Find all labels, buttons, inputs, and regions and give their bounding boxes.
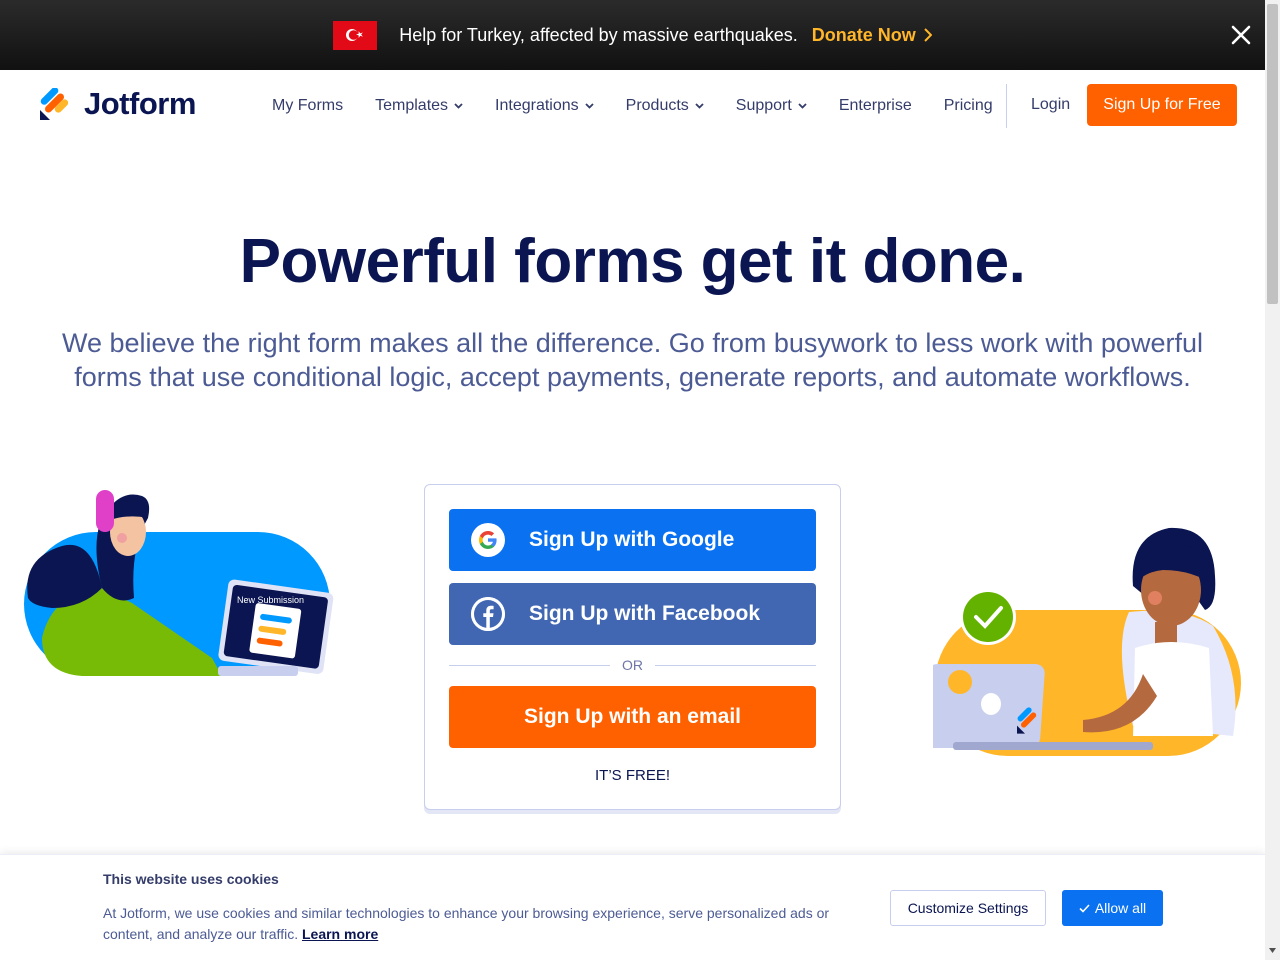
illustration-woman-laptop — [922, 526, 1245, 760]
login-link[interactable]: Login — [1031, 96, 1070, 114]
cookie-banner: This website uses cookies At Jotform, we… — [0, 854, 1265, 960]
divider-line — [655, 664, 816, 666]
nav-item-label: My Forms — [272, 97, 344, 114]
main-navigation: Jotform My Forms Templates Integrations … — [0, 70, 1265, 142]
customize-settings-button[interactable]: Customize Settings — [890, 890, 1046, 926]
sign-up-facebook-label: Sign Up with Facebook — [529, 602, 761, 625]
chevron-down-icon — [454, 103, 463, 109]
its-free-label: IT’S FREE! — [594, 767, 670, 784]
sign-up-facebook-button[interactable]: Sign Up with Facebook — [449, 583, 816, 645]
sign-up-free-button[interactable]: Sign Up for Free — [1087, 84, 1237, 126]
scrollbar-thumb[interactable] — [1267, 4, 1278, 304]
google-icon — [471, 523, 505, 557]
nav-item-label: Integrations — [495, 97, 579, 114]
cookie-description: At Jotform, we use cookies and similar t… — [103, 905, 830, 942]
or-label: OR — [622, 657, 643, 673]
cookie-title: This website uses cookies — [103, 871, 279, 887]
chevron-down-icon — [585, 103, 594, 109]
nav-item-pricing[interactable]: Pricing — [944, 97, 993, 115]
nav-item-label: Pricing — [943, 97, 993, 114]
cookie-text: At Jotform, we use cookies and similar t… — [103, 903, 863, 945]
jotform-logo-icon — [40, 88, 69, 120]
scroll-down-icon[interactable] — [1268, 946, 1277, 955]
logo-text: Jotform — [84, 86, 196, 121]
facebook-icon — [471, 597, 505, 631]
page-scrollbar[interactable] — [1265, 0, 1280, 960]
nav-item-label: Templates — [375, 97, 449, 114]
jotform-logo[interactable]: Jotform — [40, 86, 196, 122]
divider-line — [449, 664, 610, 666]
sign-up-email-label: Sign Up with an email — [523, 705, 742, 728]
close-icon[interactable] — [1229, 23, 1253, 47]
or-divider: OR — [449, 655, 816, 675]
nav-item-templates[interactable]: Templates — [375, 97, 463, 115]
sign-up-email-button[interactable]: Sign Up with an email — [449, 686, 816, 748]
nav-item-integrations[interactable]: Integrations — [495, 97, 594, 115]
signup-card: Sign Up with Google Sign Up with Faceboo… — [424, 484, 841, 810]
allow-all-label: Allow all — [1094, 900, 1147, 916]
nav-item-label: Support — [735, 97, 792, 114]
new-submission-label: New Submission — [237, 595, 304, 605]
check-icon — [1079, 903, 1090, 913]
hero-title: Powerful forms get it done. — [239, 227, 1026, 296]
nav-item-label: Enterprise — [838, 97, 912, 114]
nav-item-products[interactable]: Products — [626, 97, 704, 115]
donate-now-label: Donate Now — [811, 24, 916, 45]
nav-item-enterprise[interactable]: Enterprise — [839, 97, 912, 115]
learn-more-link[interactable]: Learn more — [302, 926, 378, 942]
nav-item-label: Products — [625, 97, 689, 114]
nav-links: My Forms Templates Integrations Products… — [272, 70, 1025, 142]
nav-item-support[interactable]: Support — [736, 97, 807, 115]
illustration-woman-headset: New Submission — [22, 488, 334, 680]
chevron-down-icon — [798, 103, 807, 109]
allow-all-button[interactable]: Allow all — [1062, 890, 1163, 926]
nav-divider — [1006, 84, 1007, 128]
chevron-down-icon — [695, 103, 704, 109]
sign-up-google-button[interactable]: Sign Up with Google — [449, 509, 816, 571]
nav-item-my-forms[interactable]: My Forms — [272, 97, 343, 115]
sign-up-google-label: Sign Up with Google — [529, 528, 735, 551]
turkey-flag-icon — [333, 20, 378, 50]
chevron-right-icon — [924, 28, 932, 42]
hero-subtitle: We believe the right form makes all the … — [62, 328, 1203, 392]
donate-now-link[interactable]: Donate Now — [812, 25, 932, 46]
announcement-banner: Help for Turkey, affected by massive ear… — [0, 0, 1265, 70]
banner-message: Help for Turkey, affected by massive ear… — [399, 24, 798, 45]
